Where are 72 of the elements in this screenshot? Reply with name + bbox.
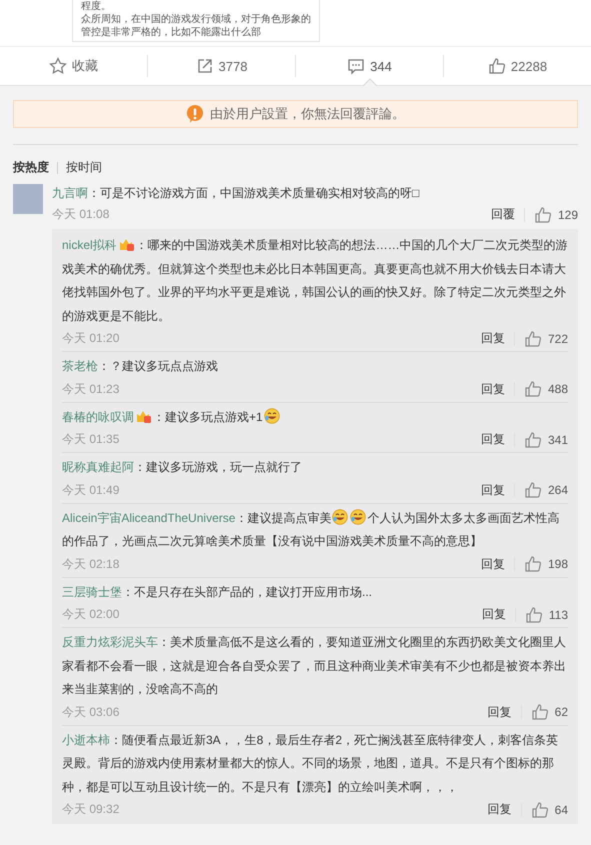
comment-text: 昵称真难起阿：建议多玩游戏，玩一点就行了 [62, 459, 303, 476]
timestamp: 今天 01:08 [52, 206, 110, 223]
laughing-face-icon [350, 508, 366, 524]
timestamp: 今天 01:35 [62, 431, 120, 448]
username-link[interactable]: 九言啊 [52, 186, 88, 200]
thumbs-up-icon [524, 380, 542, 398]
reply-link[interactable]: 回复 [480, 482, 505, 498]
username-link[interactable]: nickel拟科 [62, 238, 117, 252]
like-button[interactable]: 722 [524, 330, 568, 348]
comment-text: 三层骑士堡：不是只存在头部产品的，建议打开应用市场... [62, 584, 374, 600]
username-link[interactable]: 小逝本柿 [62, 732, 110, 746]
thumbs-up-icon [534, 206, 552, 224]
reply-link[interactable]: 回复 [488, 704, 512, 720]
username-link[interactable]: 反重力炫彩泥头车 [62, 635, 158, 649]
like-button[interactable]: 64 [530, 800, 568, 818]
like-button[interactable]: 129 [534, 206, 578, 224]
laughing-face-icon [264, 408, 280, 424]
thumbs-up-icon [524, 555, 542, 573]
thumbs-up-icon [524, 430, 542, 448]
action-tab[interactable]: 22288 [443, 55, 591, 77]
action-tab[interactable]: 344 [295, 55, 443, 77]
timestamp: 今天 03:06 [62, 704, 120, 720]
timestamp: 今天 01:49 [62, 482, 120, 498]
comment-icon [347, 57, 366, 75]
thumbs-up-icon [530, 800, 549, 818]
article-text: 众所周知，在中国的游戏发行领域，对于角色形象的管控是非常严格的，比如不能露出什么部 [81, 13, 311, 39]
comment-text: 小逝本柿：随便看点最近新3A，，生8，最后生存者2，死亡搁浅甚至底特律变人，刺客信条英灵殿。背后的游戏内使用素材量都大的惊人。不同的场景，地图，道具。不是只有个图标的那种，都是可以互动且设计统一的。不是只有【漂亮】的立绘叫美术啊，，， [62, 732, 560, 796]
action-tab[interactable]: 3778 [147, 55, 295, 77]
reply-link[interactable]: 回覆 [490, 206, 515, 223]
star-icon [49, 57, 67, 75]
reply-link[interactable]: 回复 [482, 606, 506, 623]
laughing-face-icon [332, 508, 348, 524]
share-icon [196, 57, 214, 75]
reply-link[interactable]: 回复 [480, 330, 505, 347]
timestamp: 今天 02:00 [62, 606, 120, 623]
sort-tab[interactable]: 按热度 [13, 159, 49, 176]
like-button[interactable]: 264 [524, 481, 568, 499]
username-link[interactable]: 昵称真难起阿 [62, 460, 134, 474]
thumbs-up-icon [530, 703, 549, 721]
like-button[interactable]: 488 [524, 380, 568, 398]
timestamp: 今天 01:20 [62, 330, 120, 347]
reply-link[interactable]: 回复 [488, 801, 512, 818]
comment-text: 春椿的咏叹调 ：建议多玩点游戏+1 [62, 406, 568, 429]
thumbs-up-icon [524, 481, 542, 499]
comment-text: 反重力炫彩泥头车：美术质量高低不是这么看的，要知道亚洲文化圈里的东西扔欧美文化圈里人家看都不会看一眼，这就是迎合各自受众罢了，而且这种商业美术审美有不少也都是被资本养出来当韭菜割的，没啥高不高的 [62, 634, 567, 698]
timestamp: 今天 01:23 [62, 380, 120, 398]
thumbs-up-icon [524, 606, 543, 624]
timestamp: 今天 09:32 [62, 801, 120, 818]
like-button[interactable]: 341 [524, 430, 568, 448]
username-link[interactable]: 茶老枪 [62, 359, 98, 373]
reply-link[interactable]: 回复 [480, 380, 505, 398]
article-text: 程度。 [81, 0, 112, 13]
comment-text: nickel拟科 ：哪来的中国游戏美术质量相对比较高的想法……中国的几个大厂二次元类型的游戏美术的确优秀。但就算这个类型也未必比日本韩国更高。真要更高也就不用大价钱去日本请大佬找韩国外包了。业界的平均水平更是难说，韩国公认的画的快又好。除了特定二次元类型之外的游戏更是不能比。 [62, 235, 568, 324]
reply-link[interactable]: 回复 [480, 431, 505, 448]
like-button[interactable]: 113 [524, 606, 568, 624]
like-button[interactable]: 198 [524, 555, 568, 573]
thumbs-up-icon [488, 57, 506, 75]
timestamp: 今天 02:18 [62, 556, 120, 572]
action-tab[interactable]: 收藏 [0, 55, 147, 77]
username-link[interactable]: Alicein宇宙AliceandTheUniverse [62, 510, 236, 524]
username-link[interactable]: 三层骑士堡 [62, 584, 122, 598]
avatar-photo [13, 184, 43, 214]
username-link[interactable]: 春椿的咏叹调 [62, 410, 134, 424]
like-button[interactable]: 62 [530, 703, 568, 721]
comment-text: 茶老枪：？建议多玩点点游戏 [62, 358, 219, 375]
notice-text: 由於用户設置，你無法回覆評論。 [210, 105, 405, 123]
reply-link[interactable]: 回复 [480, 556, 505, 572]
sort-tab[interactable]: 按时间 [66, 159, 102, 176]
thumbs-up-icon [524, 330, 542, 348]
comment-text: 九言啊：可是不讨论游戏方面，中国游戏美术质量确实相对较高的呀□ [52, 185, 420, 202]
comment-text: Alicein宇宙AliceandTheUniverse：建议提高点审美 个人认为国外太多太多画面艺术性高的作品了，光画点二次元算啥美术质量【没有说中国游戏美术质量不高的意思】 [62, 508, 560, 550]
alert-icon [186, 104, 204, 124]
